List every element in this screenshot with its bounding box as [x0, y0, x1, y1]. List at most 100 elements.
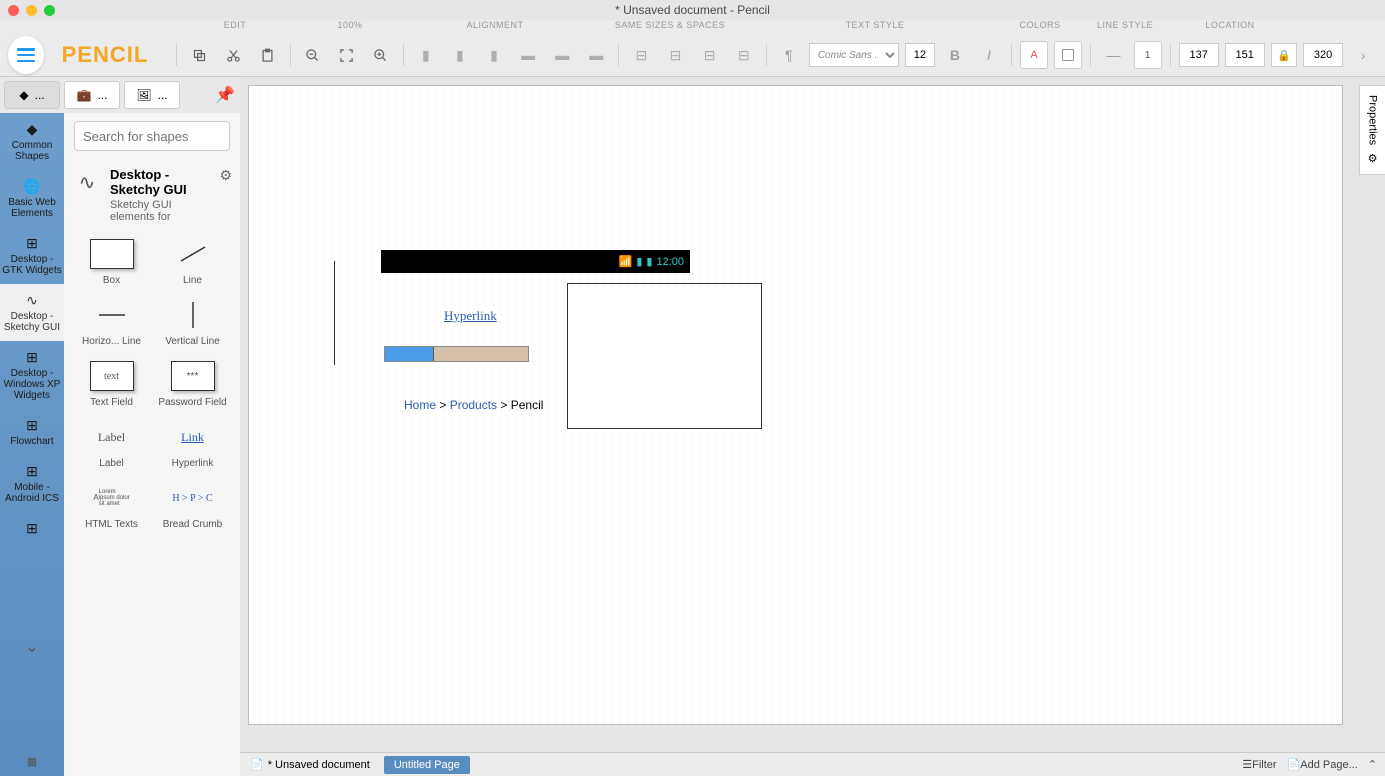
zoom-fit-button[interactable]: [333, 41, 361, 69]
pages-expand-button[interactable]: ⌃: [1368, 758, 1377, 771]
category-basic-web[interactable]: 🌐Basic Web Elements: [0, 170, 64, 227]
shape-breadcrumb[interactable]: H > P > CBread Crumb: [155, 479, 230, 534]
category-grid-button[interactable]: ▦: [0, 747, 64, 776]
images-tab[interactable]: 🖼...: [124, 81, 180, 109]
width-input[interactable]: [1303, 43, 1343, 67]
category-more[interactable]: ⊞: [0, 512, 64, 547]
document-tab[interactable]: 📄 * Unsaved document: [240, 753, 380, 776]
align-left-button[interactable]: ▮: [412, 41, 440, 69]
toolbar-more-button[interactable]: ›: [1349, 41, 1377, 69]
maximize-window-button[interactable]: [44, 5, 55, 16]
close-window-button[interactable]: [8, 5, 19, 16]
align-bottom-button[interactable]: ▬: [582, 41, 610, 69]
align-top-button[interactable]: ▬: [514, 41, 542, 69]
category-flowchart[interactable]: ⊞Flowchart: [0, 409, 64, 455]
sketch-icon: ∿: [2, 292, 62, 309]
section-label-location: LOCATION: [1170, 20, 1290, 34]
grid-icon: ⊞: [2, 463, 62, 480]
same-height-button[interactable]: ⊟: [661, 41, 689, 69]
category-expand-button[interactable]: ⌄: [0, 629, 64, 665]
canvas-shape-box[interactable]: [567, 283, 762, 429]
shape-textfield[interactable]: textText Field: [74, 357, 149, 412]
collection-settings-button[interactable]: ⚙: [219, 167, 232, 184]
statusbar-time: 12:00: [656, 256, 684, 268]
font-family-select[interactable]: Comic Sans ...: [809, 43, 899, 67]
canvas-scroll[interactable]: 📶 ▮ ▮ 12:00 Hyperlink Home > Products > …: [240, 77, 1385, 752]
section-label-alignment: ALIGNMENT: [400, 20, 590, 34]
canvas-shape-hyperlink[interactable]: Hyperlink: [444, 308, 497, 324]
shape-htmltexts[interactable]: ALoremipsum dolorsit ametHTML Texts: [74, 479, 149, 534]
minimize-window-button[interactable]: [26, 5, 37, 16]
main-menu-button[interactable]: [8, 36, 44, 74]
shape-password[interactable]: ***Password Field: [155, 357, 230, 412]
zoom-in-button[interactable]: [367, 41, 395, 69]
collection-desc: Sketchy GUI elements for: [110, 199, 211, 223]
align-right-button[interactable]: ▮: [480, 41, 508, 69]
canvas-shape-vline[interactable]: [334, 261, 335, 365]
window-titlebar: * Unsaved document - Pencil: [0, 0, 1385, 20]
text-color-button[interactable]: A: [1020, 41, 1048, 69]
category-sketchy-gui[interactable]: ∿Desktop - Sketchy GUI: [0, 284, 64, 341]
shape-line[interactable]: Line: [155, 235, 230, 290]
line-style-button[interactable]: —: [1099, 41, 1127, 69]
shape-box[interactable]: Box: [74, 235, 149, 290]
footer: 📄 * Unsaved document Untitled Page ☰Filt…: [240, 752, 1385, 776]
canvas-shape-progress[interactable]: [384, 346, 529, 362]
page-tab[interactable]: Untitled Page: [384, 756, 470, 774]
cut-button[interactable]: [219, 41, 247, 69]
align-center-h-button[interactable]: ▮: [446, 41, 474, 69]
progress-fill: [385, 347, 434, 361]
filter-button[interactable]: ☰Filter: [1242, 758, 1276, 771]
shape-vline[interactable]: Vertical Line: [155, 296, 230, 351]
copy-button[interactable]: [185, 41, 213, 69]
grid-icon: ⊞: [2, 417, 62, 434]
section-label-edit: EDIT: [170, 20, 300, 34]
category-windows-xp[interactable]: ⊞Desktop - Windows XP Widgets: [0, 341, 64, 409]
canvas-shape-statusbar[interactable]: 📶 ▮ ▮ 12:00: [381, 250, 690, 273]
properties-panel-tab[interactable]: Properties ⚙: [1359, 85, 1385, 175]
category-gtk[interactable]: ⊞Desktop - GTK Widgets: [0, 227, 64, 284]
shape-hyperlink[interactable]: LinkHyperlink: [155, 418, 230, 473]
paste-button[interactable]: [253, 41, 281, 69]
image-icon: 🖼: [136, 88, 151, 102]
briefcase-icon: 💼: [77, 88, 92, 102]
shape-hline[interactable]: Horizo... Line: [74, 296, 149, 351]
same-width-button[interactable]: ⊟: [627, 41, 655, 69]
category-android[interactable]: ⊞Mobile - Android ICS: [0, 455, 64, 512]
distribute-v-button[interactable]: ⊟: [730, 41, 758, 69]
canvas[interactable]: 📶 ▮ ▮ 12:00 Hyperlink Home > Products > …: [248, 85, 1343, 725]
canvas-shape-breadcrumb[interactable]: Home > Products > Pencil: [404, 398, 543, 413]
line-weight-input[interactable]: 1: [1134, 41, 1162, 69]
category-common-shapes[interactable]: ◆Common Shapes: [0, 113, 64, 170]
sliders-icon: ⚙: [1366, 152, 1379, 165]
bold-button[interactable]: B: [941, 41, 969, 69]
collection-title: Desktop - Sketchy GUI: [110, 167, 211, 197]
shape-search-input[interactable]: [74, 121, 230, 151]
shapes-grid: Box Line Horizo... Line Vertical Line te…: [64, 231, 240, 538]
section-label-sizes: SAME SIZES & SPACES: [590, 20, 750, 34]
location-y-input[interactable]: [1225, 43, 1265, 67]
zoom-out-button[interactable]: [298, 41, 326, 69]
shapes-icon: ◆: [2, 121, 62, 138]
text-format-button[interactable]: ¶: [775, 41, 803, 69]
globe-icon: 🌐: [2, 178, 62, 195]
add-page-button[interactable]: 📄Add Page...: [1287, 758, 1358, 771]
shape-label[interactable]: LabelLabel: [74, 418, 149, 473]
align-center-v-button[interactable]: ▬: [548, 41, 576, 69]
font-size-input[interactable]: [905, 43, 935, 67]
fill-color-button[interactable]: [1054, 41, 1082, 69]
pin-panel-button[interactable]: 📌: [214, 84, 236, 106]
window-title: * Unsaved document - Pencil: [615, 3, 770, 17]
grid-icon: ⊞: [2, 235, 62, 252]
stencils-tab[interactable]: 💼...: [64, 81, 120, 109]
shapes-tab[interactable]: ◆...: [4, 81, 60, 109]
panel-tabs: ◆... 💼... 🖼... 📌: [0, 77, 240, 113]
section-label-zoom: 100%: [300, 20, 400, 34]
italic-button[interactable]: I: [975, 41, 1003, 69]
location-x-input[interactable]: [1179, 43, 1219, 67]
window-controls: [8, 5, 55, 16]
lock-position-button[interactable]: 🔒: [1271, 43, 1297, 67]
distribute-h-button[interactable]: ⊟: [696, 41, 724, 69]
section-label-textstyle: TEXT STYLE: [750, 20, 1000, 34]
left-panel: ◆... 💼... 🖼... 📌 ◆Common Shapes 🌐Basic W…: [0, 77, 240, 776]
